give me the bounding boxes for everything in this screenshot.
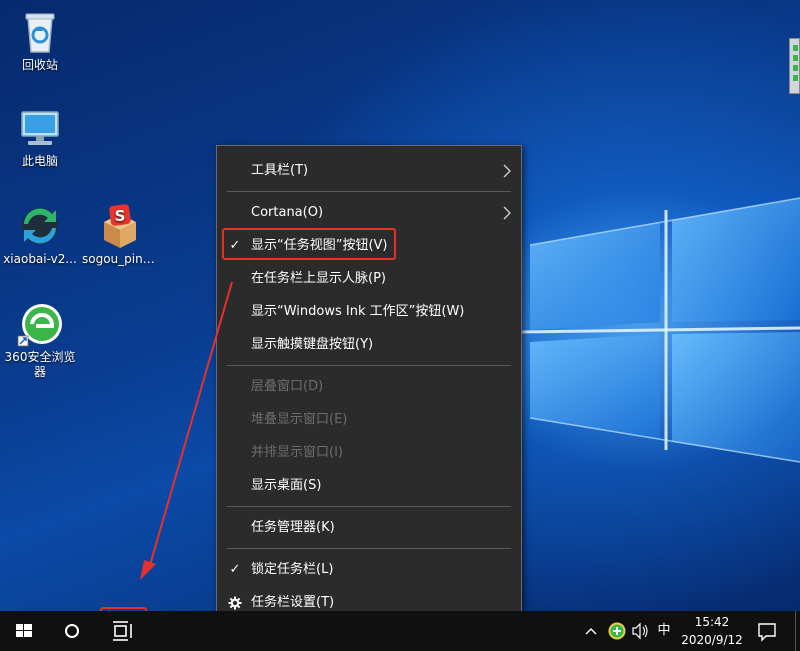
svg-text:S: S [115, 207, 126, 225]
tray-app-icon[interactable] [606, 611, 628, 651]
menu-item-label: 显示“Windows Ink 工作区”按钮(W) [251, 304, 465, 319]
menu-item-label: 显示桌面(S) [251, 478, 322, 493]
menu-item-label: 并排显示窗口(I) [251, 445, 343, 460]
menu-item-lock-taskbar[interactable]: ✓ 锁定任务栏(L) [217, 555, 521, 585]
menu-item-show-people[interactable]: 在任务栏上显示人脉(P) [217, 264, 521, 294]
desktop-icon-recycle-bin[interactable]: 回收站 [0, 8, 80, 73]
desktop-icon-360-browser[interactable]: 360安全浏览器 [0, 300, 80, 380]
menu-item-show-desktop[interactable]: 显示桌面(S) [217, 471, 521, 501]
xiaobai-icon [22, 208, 58, 244]
menu-item-task-manager[interactable]: 任务管理器(K) [217, 513, 521, 543]
clock-date: 2020/9/12 [681, 633, 743, 647]
ime-indicator[interactable]: 中 [655, 611, 673, 651]
menu-item-label: 层叠窗口(D) [251, 379, 324, 394]
chevron-up-icon [585, 628, 597, 635]
task-view-icon [113, 621, 132, 641]
menu-item-label: 堆叠显示窗口(E) [251, 412, 348, 427]
desktop-icon-label: xiaobai-v2... [3, 252, 77, 266]
sogou-icon: S [104, 204, 136, 248]
menu-separator [227, 365, 511, 366]
menu-separator [227, 506, 511, 507]
highlight-box-menu-item [222, 228, 396, 260]
desktop-icon-xiaobai[interactable]: xiaobai-v2... [0, 202, 80, 267]
search-circle-icon [65, 624, 79, 638]
chevron-right-icon [503, 164, 511, 178]
desktop-icon-label: sogou_piny... [82, 252, 160, 266]
checkmark-icon: ✓ [229, 562, 241, 577]
menu-item-label: 在任务栏上显示人脉(P) [251, 271, 386, 286]
menu-separator [227, 191, 511, 192]
show-desktop-strip[interactable] [795, 611, 796, 651]
desktop-icon-label: 回收站 [21, 58, 58, 72]
chevron-right-icon [503, 206, 511, 220]
notification-icon [758, 623, 776, 642]
menu-separator [227, 548, 511, 549]
clock-time: 15:42 [694, 615, 730, 629]
menu-item-label: Cortana(O) [251, 205, 324, 220]
menu-item-label: 锁定任务栏(L) [251, 562, 334, 577]
menu-item-label: 任务管理器(K) [251, 520, 335, 535]
menu-item-stack-windows: 堆叠显示窗口(E) [217, 405, 521, 435]
menu-item-toolbars[interactable]: 工具栏(T) [217, 156, 521, 186]
task-view-button[interactable] [100, 611, 147, 651]
recycle-bin-icon [25, 13, 55, 53]
menu-item-cascade-windows: 层叠窗口(D) [217, 372, 521, 402]
windows-logo-icon [16, 624, 32, 637]
search-button[interactable] [48, 611, 96, 651]
menu-item-label: 任务栏设置(T) [251, 595, 335, 610]
menu-item-label: 显示触摸键盘按钮(Y) [251, 337, 374, 352]
floating-widget[interactable] [789, 38, 800, 94]
this-pc-icon [21, 111, 59, 145]
desktop-icon-label: 360安全浏览器 [4, 350, 76, 379]
menu-item-side-by-side-windows: 并排显示窗口(I) [217, 438, 521, 468]
menu-item-label: 工具栏(T) [251, 163, 309, 178]
taskbar-context-menu: 工具栏(T) Cortana(O) ✓ 显示“任务视图”按钮(V) 在任务栏上显… [216, 145, 522, 627]
browser-360-icon [17, 304, 62, 347]
volume-icon[interactable] [630, 611, 652, 651]
taskbar: 中 15:42 2020/9/12 [0, 611, 800, 651]
menu-item-show-windows-ink[interactable]: 显示“Windows Ink 工作区”按钮(W) [217, 297, 521, 327]
desktop-icon-label: 此电脑 [21, 154, 58, 168]
menu-item-cortana[interactable]: Cortana(O) [217, 198, 521, 228]
clock[interactable]: 15:42 2020/9/12 [672, 613, 752, 649]
gear-icon [228, 596, 242, 610]
action-center-button[interactable] [754, 611, 780, 651]
menu-item-show-touch-keyboard[interactable]: 显示触摸键盘按钮(Y) [217, 330, 521, 360]
desktop-icon-this-pc[interactable]: 此电脑 [0, 104, 80, 169]
start-button[interactable] [0, 611, 48, 651]
desktop-icon-sogou[interactable]: S sogou_piny... [80, 202, 160, 267]
show-hidden-icons-button[interactable] [582, 611, 600, 651]
